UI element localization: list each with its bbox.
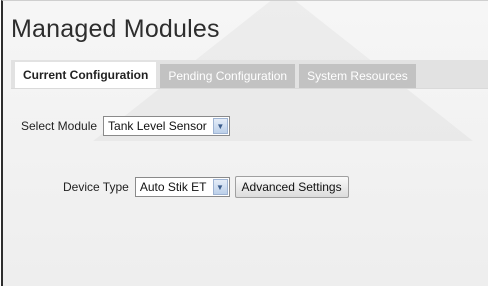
select-module-row: Select Module Tank Level Sensor ▼ <box>21 116 230 136</box>
configuration-content: Select Module Tank Level Sensor ▼ Device… <box>11 89 488 286</box>
tab-bar: Current Configuration Pending Configurat… <box>11 60 488 89</box>
chevron-down-icon[interactable]: ▼ <box>212 179 228 195</box>
select-module-value: Tank Level Sensor <box>108 119 207 133</box>
tab-pending-configuration[interactable]: Pending Configuration <box>160 64 296 88</box>
device-type-value: Auto Stik ET <box>139 180 207 194</box>
managed-modules-panel: Managed Modules Current Configuration Pe… <box>1 0 488 286</box>
select-module-dropdown[interactable]: Tank Level Sensor ▼ <box>103 116 230 136</box>
device-type-row: Device Type Auto Stik ET ▼ Advanced Sett… <box>63 176 349 198</box>
tab-current-configuration[interactable]: Current Configuration <box>15 62 157 88</box>
advanced-settings-button[interactable]: Advanced Settings <box>234 176 349 198</box>
tab-system-resources[interactable]: System Resources <box>299 64 416 88</box>
select-module-label: Select Module <box>21 119 98 133</box>
device-type-dropdown[interactable]: Auto Stik ET ▼ <box>134 177 230 197</box>
chevron-down-icon[interactable]: ▼ <box>212 118 228 134</box>
device-type-label: Device Type <box>63 180 129 194</box>
page-title: Managed Modules <box>11 15 220 43</box>
